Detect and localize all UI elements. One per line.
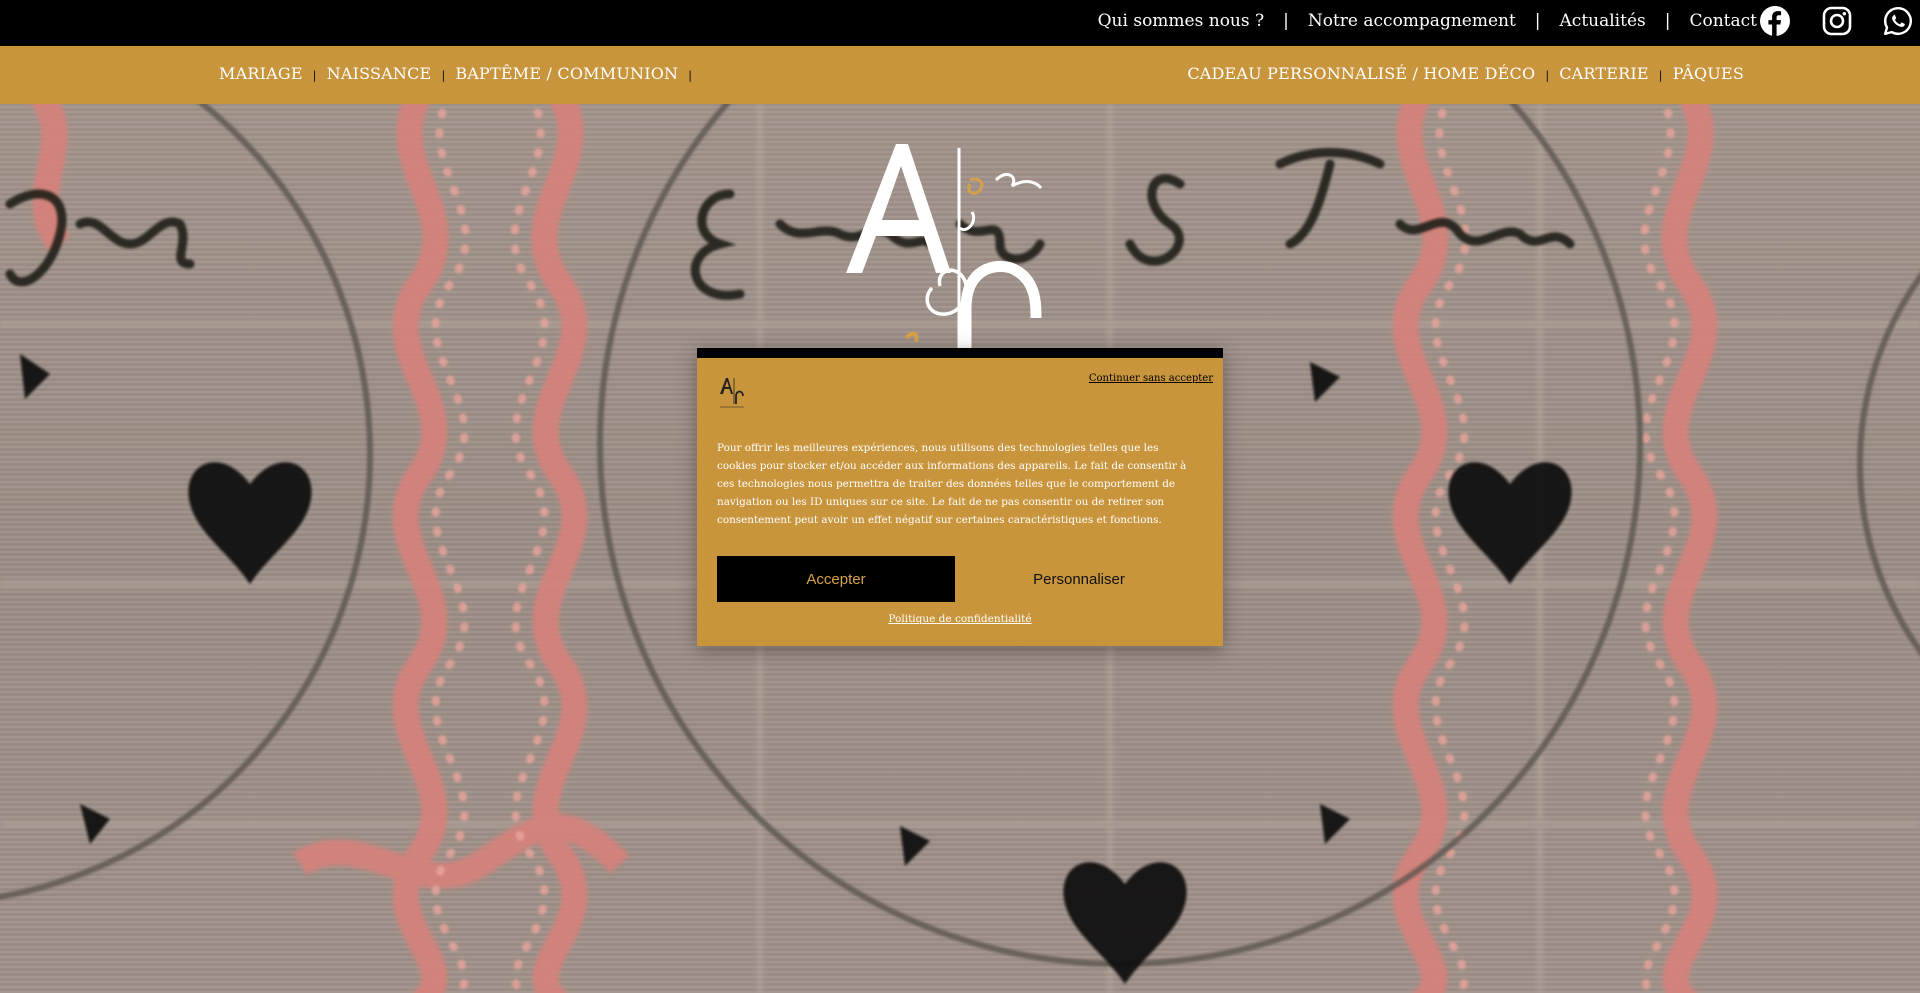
main-nav: MARIAGE | NAISSANCE | BAPTÊME / COMMUNIO…	[0, 46, 1920, 104]
top-nav-qui-sommes-nous[interactable]: Qui sommes nous ?	[1098, 11, 1265, 31]
nav-separator: |	[1545, 68, 1550, 82]
top-nav-notre-accompagnement[interactable]: Notre accompagnement	[1308, 11, 1516, 31]
top-nav-separator: |	[1664, 11, 1671, 31]
nav-item-paques[interactable]: PÂQUES	[1673, 64, 1744, 83]
nav-separator: |	[312, 68, 317, 82]
site-logo[interactable]	[836, 138, 1066, 348]
top-nav-separator: |	[1283, 11, 1289, 31]
cookie-consent-text: Pour offrir les meilleures expériences, …	[717, 442, 1187, 526]
nav-item-bapteme-communion[interactable]: BAPTÊME / COMMUNION	[455, 64, 678, 83]
top-nav-separator: |	[1534, 11, 1541, 31]
nav-separator: |	[441, 68, 446, 82]
nav-item-cadeau-personnalise[interactable]: CADEAU PERSONNALISÉ / HOME DÉCO	[1187, 64, 1535, 83]
accept-cookies-button[interactable]: Accepter	[717, 556, 955, 602]
top-nav: Qui sommes nous ? | Notre accompagnement…	[1098, 0, 1757, 42]
continue-without-accepting-link[interactable]: Continuer sans accepter	[1089, 373, 1213, 384]
whatsapp-icon[interactable]	[1882, 5, 1914, 37]
nav-item-mariage[interactable]: MARIAGE	[219, 64, 303, 83]
main-nav-right: CADEAU PERSONNALISÉ / HOME DÉCO | CARTER…	[1187, 46, 1744, 100]
facebook-icon[interactable]	[1759, 5, 1791, 37]
nav-separator: |	[1658, 68, 1663, 82]
nav-item-naissance[interactable]: NAISSANCE	[327, 64, 432, 83]
top-bar: Qui sommes nous ? | Notre accompagnement…	[0, 0, 1920, 46]
nav-separator: |	[688, 68, 693, 82]
nav-item-carterie[interactable]: CARTERIE	[1559, 64, 1649, 83]
customize-cookies-button[interactable]: Personnaliser	[960, 556, 1198, 602]
cookie-dialog-logo	[717, 374, 747, 410]
cookie-consent-dialog: Continuer sans accepter Pour offrir les …	[697, 348, 1223, 646]
top-nav-contact[interactable]: Contact	[1689, 11, 1757, 31]
instagram-icon[interactable]	[1821, 5, 1853, 37]
main-nav-left: MARIAGE | NAISSANCE | BAPTÊME / COMMUNIO…	[219, 46, 702, 100]
privacy-policy-link[interactable]: Politique de confidentialité	[697, 613, 1223, 625]
top-nav-actualites[interactable]: Actualités	[1560, 11, 1646, 31]
